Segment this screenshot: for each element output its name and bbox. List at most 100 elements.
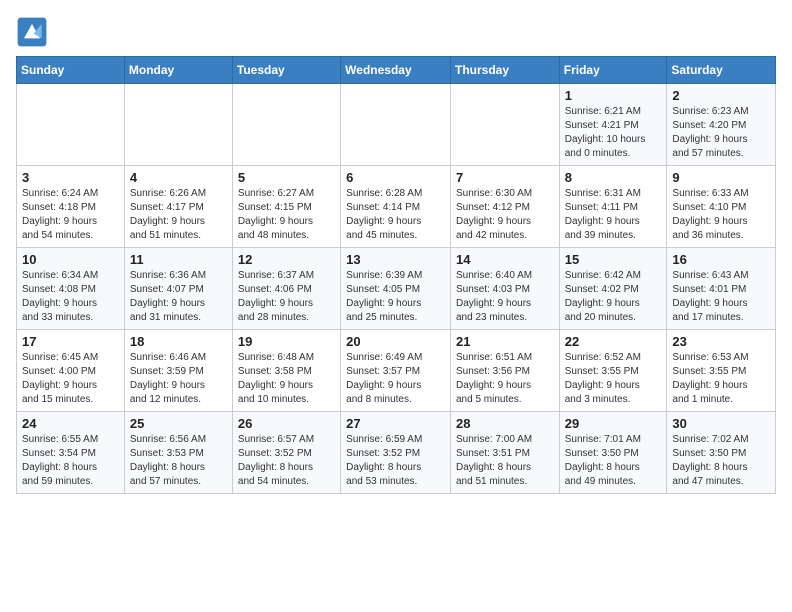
calendar-cell: 2Sunrise: 6:23 AMSunset: 4:20 PMDaylight… — [667, 84, 776, 166]
day-number: 16 — [672, 252, 770, 267]
calendar-cell: 21Sunrise: 6:51 AMSunset: 3:56 PMDayligh… — [450, 330, 559, 412]
calendar-cell: 19 Sunrise: 6:48 AMSunset: 3:58 PMDayligh… — [232, 330, 340, 412]
day-header-saturday: Saturday — [667, 57, 776, 84]
calendar-cell: 29 Sunrise: 7:01 AMSunset: 3:50 PMDayligh… — [559, 412, 667, 494]
day-number: 19 — [238, 334, 335, 349]
day-number: 14 — [456, 252, 554, 267]
day-number: 1 — [565, 88, 662, 103]
calendar-cell: 12 Sunrise: 6:37 AMSunset: 4:06 PMDayligh… — [232, 248, 340, 330]
day-number: 5 — [238, 170, 335, 185]
day-info: Sunrise: 6:48 AMSunset: 3:58 PMDaylight:… — [238, 351, 335, 407]
day-info: Sunrise: 7:02 AMSunset: 3:50 PMDaylight:… — [672, 433, 770, 489]
day-info: Sunrise: 7:00 AMSunset: 3:51 PMDaylight:… — [456, 433, 554, 489]
day-number: 2 — [672, 88, 770, 103]
calendar-cell: 4 Sunrise: 6:26 AMSunset: 4:17 PMDaylight… — [124, 166, 232, 248]
day-header-sunday: Sunday — [17, 57, 125, 84]
day-header-friday: Friday — [559, 57, 667, 84]
day-number: 13 — [346, 252, 445, 267]
day-info: Sunrise: 6:24 AMSunset: 4:18 PMDaylight:… — [22, 187, 119, 243]
day-info: Sunrise: 6:28 AMSunset: 4:14 PMDaylight:… — [346, 187, 445, 243]
day-number: 28 — [456, 416, 554, 431]
calendar-cell: 5 Sunrise: 6:27 AMSunset: 4:15 PMDaylight… — [232, 166, 340, 248]
day-number: 9 — [672, 170, 770, 185]
day-info: Sunrise: 6:27 AMSunset: 4:15 PMDaylight:… — [238, 187, 335, 243]
day-number: 18 — [130, 334, 227, 349]
calendar-cell: 7 Sunrise: 6:30 AMSunset: 4:12 PMDaylight… — [450, 166, 559, 248]
calendar-cell: 22Sunrise: 6:52 AMSunset: 3:55 PMDayligh… — [559, 330, 667, 412]
day-info: Sunrise: 6:46 AMSunset: 3:59 PMDaylight:… — [130, 351, 227, 407]
week-row-3: 10 Sunrise: 6:34 AMSunset: 4:08 PMDayligh… — [17, 248, 776, 330]
day-info: Sunrise: 6:26 AMSunset: 4:17 PMDaylight:… — [130, 187, 227, 243]
day-info: Sunrise: 6:56 AMSunset: 3:53 PMDaylight:… — [130, 433, 227, 489]
calendar-cell: 13 Sunrise: 6:39 AMSunset: 4:05 PMDayligh… — [341, 248, 451, 330]
day-number: 26 — [238, 416, 335, 431]
day-number: 25 — [130, 416, 227, 431]
day-info: Sunrise: 6:37 AMSunset: 4:06 PMDaylight:… — [238, 269, 335, 325]
calendar-cell: 25 Sunrise: 6:56 AMSunset: 3:53 PMDayligh… — [124, 412, 232, 494]
day-number: 12 — [238, 252, 335, 267]
day-info: Sunrise: 6:33 AMSunset: 4:10 PMDaylight:… — [672, 187, 770, 243]
week-row-1: 1 Sunrise: 6:21 AMSunset: 4:21 PMDaylight… — [17, 84, 776, 166]
calendar-cell: 16 Sunrise: 6:43 AMSunset: 4:01 PMDayligh… — [667, 248, 776, 330]
calendar-cell: 24 Sunrise: 6:55 AMSunset: 3:54 PMDayligh… — [17, 412, 125, 494]
day-number: 7 — [456, 170, 554, 185]
day-info: Sunrise: 6:49 AMSunset: 3:57 PMDaylight:… — [346, 351, 445, 407]
calendar-table: SundayMondayTuesdayWednesdayThursdayFrid… — [16, 56, 776, 494]
calendar-cell: 11 Sunrise: 6:36 AMSunset: 4:07 PMDayligh… — [124, 248, 232, 330]
calendar-cell: 28 Sunrise: 7:00 AMSunset: 3:51 PMDayligh… — [450, 412, 559, 494]
day-number: 30 — [672, 416, 770, 431]
calendar-cell: 18 Sunrise: 6:46 AMSunset: 3:59 PMDayligh… — [124, 330, 232, 412]
day-number: 8 — [565, 170, 662, 185]
day-info: Sunrise: 6:34 AMSunset: 4:08 PMDaylight:… — [22, 269, 119, 325]
day-info: Sunrise: 6:43 AMSunset: 4:01 PMDaylight:… — [672, 269, 770, 325]
day-info: Sunrise: 6:39 AMSunset: 4:05 PMDaylight:… — [346, 269, 445, 325]
day-number: 11 — [130, 252, 227, 267]
calendar-cell — [124, 84, 232, 166]
day-header-thursday: Thursday — [450, 57, 559, 84]
calendar-cell: 9 Sunrise: 6:33 AMSunset: 4:10 PMDaylight… — [667, 166, 776, 248]
day-header-tuesday: Tuesday — [232, 57, 340, 84]
calendar-cell: 26 Sunrise: 6:57 AMSunset: 3:52 PMDayligh… — [232, 412, 340, 494]
day-info: Sunrise: 6:45 AMSunset: 4:00 PMDaylight:… — [22, 351, 119, 407]
day-info: Sunrise: 6:30 AMSunset: 4:12 PMDaylight:… — [456, 187, 554, 243]
calendar-cell: 30 Sunrise: 7:02 AMSunset: 3:50 PMDayligh… — [667, 412, 776, 494]
calendar-cell: 20Sunrise: 6:49 AMSunset: 3:57 PMDayligh… — [341, 330, 451, 412]
week-row-4: 17Sunrise: 6:45 AMSunset: 4:00 PMDayligh… — [17, 330, 776, 412]
day-info: Sunrise: 6:42 AMSunset: 4:02 PMDaylight:… — [565, 269, 662, 325]
calendar-cell: 8Sunrise: 6:31 AMSunset: 4:11 PMDaylight… — [559, 166, 667, 248]
calendar-cell: 15 Sunrise: 6:42 AMSunset: 4:02 PMDayligh… — [559, 248, 667, 330]
day-number: 15 — [565, 252, 662, 267]
day-info: Sunrise: 6:53 AMSunset: 3:55 PMDaylight:… — [672, 351, 770, 407]
day-number: 4 — [130, 170, 227, 185]
day-info: Sunrise: 6:59 AMSunset: 3:52 PMDaylight:… — [346, 433, 445, 489]
calendar-cell: 17Sunrise: 6:45 AMSunset: 4:00 PMDayligh… — [17, 330, 125, 412]
calendar-cell: 14 Sunrise: 6:40 AMSunset: 4:03 PMDayligh… — [450, 248, 559, 330]
calendar-cell: 23 Sunrise: 6:53 AMSunset: 3:55 PMDayligh… — [667, 330, 776, 412]
calendar-cell — [341, 84, 451, 166]
logo-icon — [16, 16, 48, 48]
day-number: 3 — [22, 170, 119, 185]
day-info: Sunrise: 6:52 AMSunset: 3:55 PMDaylight:… — [565, 351, 662, 407]
day-info: Sunrise: 6:36 AMSunset: 4:07 PMDaylight:… — [130, 269, 227, 325]
week-row-2: 3 Sunrise: 6:24 AMSunset: 4:18 PMDaylight… — [17, 166, 776, 248]
calendar-cell: 6 Sunrise: 6:28 AMSunset: 4:14 PMDaylight… — [341, 166, 451, 248]
day-number: 27 — [346, 416, 445, 431]
day-number: 24 — [22, 416, 119, 431]
calendar-cell: 3 Sunrise: 6:24 AMSunset: 4:18 PMDaylight… — [17, 166, 125, 248]
day-info: Sunrise: 6:21 AMSunset: 4:21 PMDaylight:… — [565, 105, 662, 161]
day-info: Sunrise: 6:55 AMSunset: 3:54 PMDaylight:… — [22, 433, 119, 489]
page-header — [16, 16, 776, 48]
calendar-cell — [17, 84, 125, 166]
calendar-header: SundayMondayTuesdayWednesdayThursdayFrid… — [17, 57, 776, 84]
day-number: 10 — [22, 252, 119, 267]
day-info: Sunrise: 6:40 AMSunset: 4:03 PMDaylight:… — [456, 269, 554, 325]
day-info: Sunrise: 7:01 AMSunset: 3:50 PMDaylight:… — [565, 433, 662, 489]
day-info: Sunrise: 6:57 AMSunset: 3:52 PMDaylight:… — [238, 433, 335, 489]
day-number: 29 — [565, 416, 662, 431]
calendar-cell — [232, 84, 340, 166]
day-number: 6 — [346, 170, 445, 185]
calendar-cell — [450, 84, 559, 166]
day-number: 23 — [672, 334, 770, 349]
day-number: 21 — [456, 334, 554, 349]
calendar-cell: 10 Sunrise: 6:34 AMSunset: 4:08 PMDayligh… — [17, 248, 125, 330]
